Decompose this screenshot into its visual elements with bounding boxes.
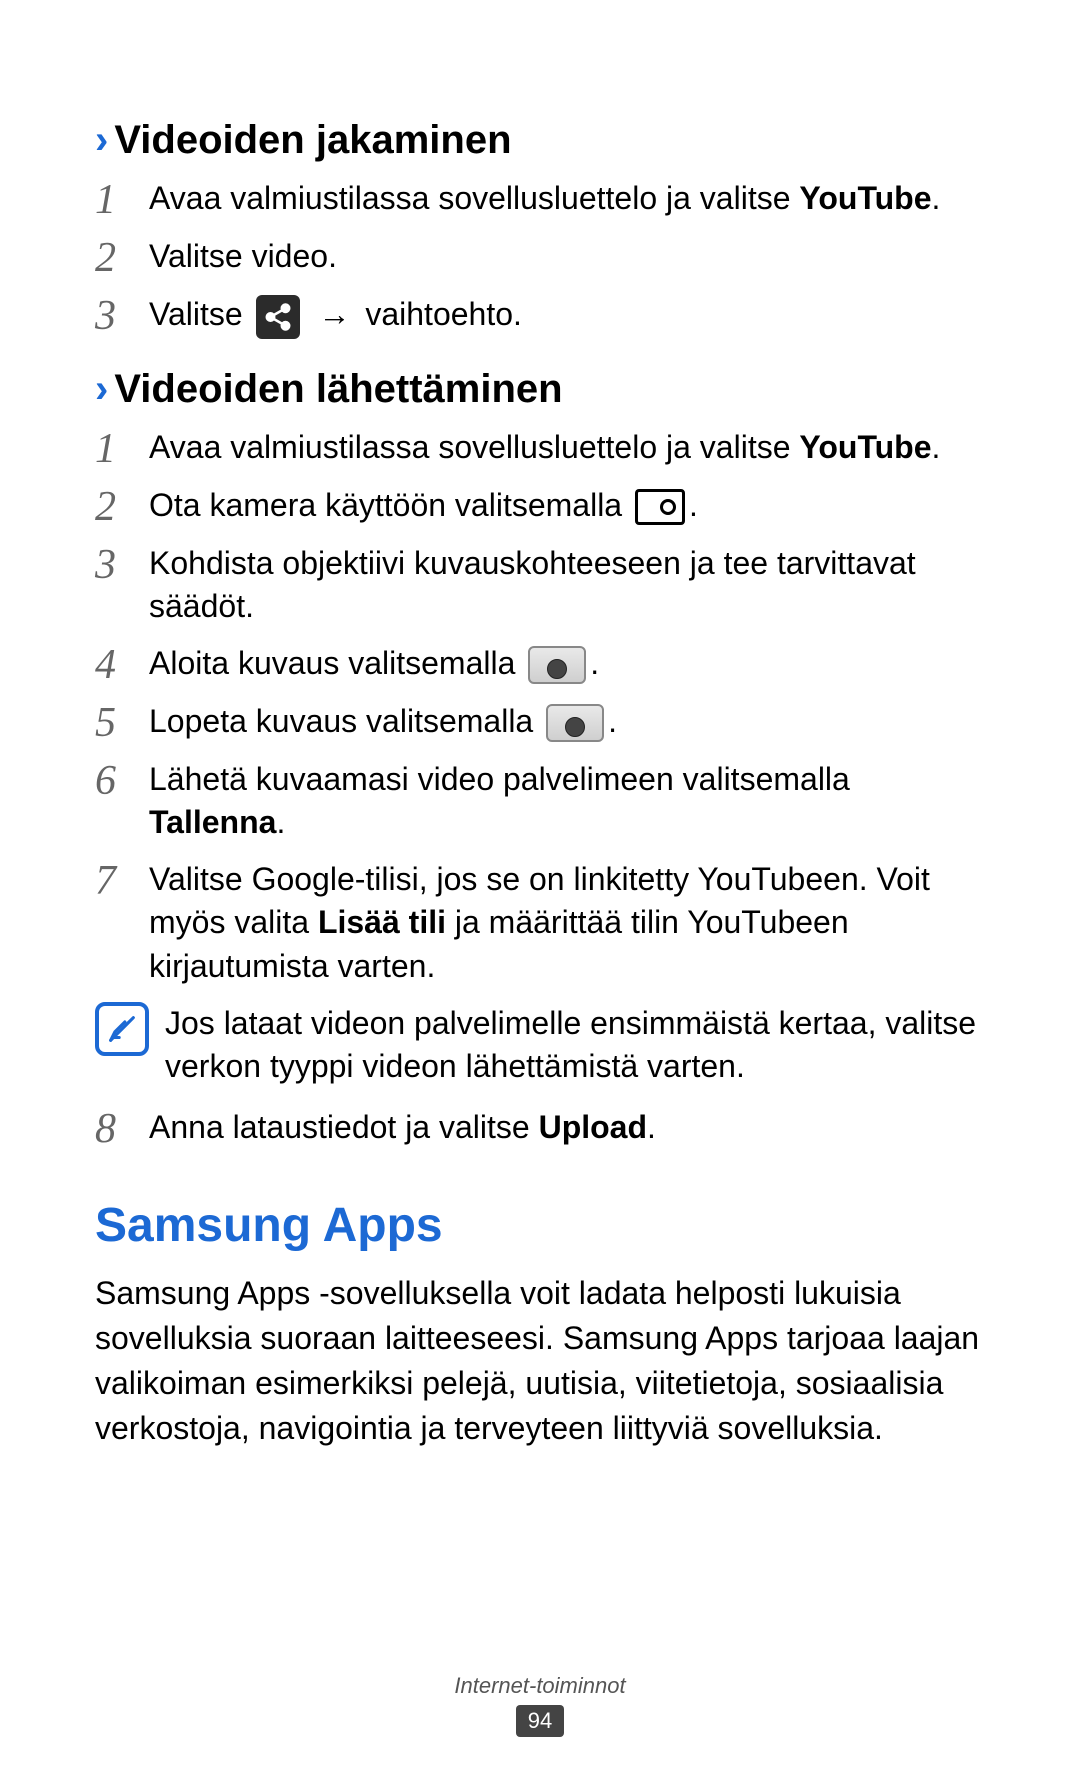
- subheading-share: ›Videoiden jakaminen: [95, 118, 985, 163]
- text: .: [608, 703, 617, 739]
- step-number: 3: [95, 542, 149, 586]
- text: Lopeta kuvaus valitsemalla: [149, 703, 542, 739]
- step-number: 3: [95, 293, 149, 337]
- chevron-icon: ›: [95, 367, 108, 411]
- text: Avaa valmiustilassa sovellusluettelo ja …: [149, 429, 799, 465]
- bold-text: Upload: [539, 1109, 647, 1145]
- text: Valitse: [149, 296, 252, 332]
- share-step-3: 3 Valitse → vaihtoehto.: [95, 293, 985, 339]
- share-icon: [256, 295, 300, 339]
- upload-step-8: 8 Anna lataustiedot ja valitse Upload.: [95, 1106, 985, 1150]
- step-body: Kohdista objektiivi kuvauskohteeseen ja …: [149, 542, 985, 628]
- step-number: 2: [95, 235, 149, 279]
- samsung-apps-body: Samsung Apps -sovelluksella voit ladata …: [95, 1271, 985, 1450]
- bold-text: YouTube: [799, 180, 931, 216]
- bold-text: Lisää tili: [318, 904, 446, 940]
- text: Ota kamera käyttöön valitsemalla: [149, 487, 631, 523]
- step-number: 6: [95, 758, 149, 802]
- subheading-share-text: Videoiden jakaminen: [114, 118, 511, 162]
- record-icon: [528, 646, 586, 684]
- chevron-icon: ›: [95, 118, 108, 162]
- bold-text: Tallenna: [149, 804, 276, 840]
- step-number: 4: [95, 642, 149, 686]
- upload-step-6: 6 Lähetä kuvaamasi video palvelimeen val…: [95, 758, 985, 844]
- text: .: [276, 804, 285, 840]
- upload-step-7: 7 Valitse Google-tilisi, jos se on linki…: [95, 858, 985, 988]
- step-number: 1: [95, 426, 149, 470]
- note-text: Jos lataat videon palvelimelle ensimmäis…: [165, 1002, 985, 1088]
- step-number: 5: [95, 700, 149, 744]
- text: .: [932, 429, 941, 465]
- stop-record-icon: [546, 704, 604, 742]
- text: vaihtoehto.: [356, 296, 521, 332]
- step-body: Lopeta kuvaus valitsemalla .: [149, 700, 985, 743]
- step-number: 2: [95, 484, 149, 528]
- step-number: 8: [95, 1106, 149, 1150]
- step-body: Lähetä kuvaamasi video palvelimeen valit…: [149, 758, 985, 844]
- text: .: [647, 1109, 656, 1145]
- step-number: 1: [95, 177, 149, 221]
- upload-step-4: 4 Aloita kuvaus valitsemalla .: [95, 642, 985, 686]
- upload-step-3: 3 Kohdista objektiivi kuvauskohteeseen j…: [95, 542, 985, 628]
- bold-text: YouTube: [799, 429, 931, 465]
- text: .: [590, 645, 599, 681]
- step-body: Avaa valmiustilassa sovellusluettelo ja …: [149, 177, 985, 220]
- subheading-upload: ›Videoiden lähettäminen: [95, 367, 985, 412]
- share-step-2: 2 Valitse video.: [95, 235, 985, 279]
- step-body: Valitse → vaihtoehto.: [149, 293, 985, 339]
- camera-icon: [635, 489, 685, 525]
- text: Avaa valmiustilassa sovellusluettelo ja …: [149, 180, 799, 216]
- manual-page: ›Videoiden jakaminen 1 Avaa valmiustilas…: [0, 0, 1080, 1771]
- text: Aloita kuvaus valitsemalla: [149, 645, 524, 681]
- upload-step-1: 1 Avaa valmiustilassa sovellusluettelo j…: [95, 426, 985, 470]
- text: Anna lataustiedot ja valitse: [149, 1109, 539, 1145]
- step-body: Anna lataustiedot ja valitse Upload.: [149, 1106, 985, 1149]
- note-block: Jos lataat videon palvelimelle ensimmäis…: [95, 1002, 985, 1088]
- upload-step-2: 2 Ota kamera käyttöön valitsemalla .: [95, 484, 985, 528]
- text: .: [932, 180, 941, 216]
- text: Lähetä kuvaamasi video palvelimeen valit…: [149, 761, 850, 797]
- step-body: Valitse video.: [149, 235, 985, 278]
- step-body: Avaa valmiustilassa sovellusluettelo ja …: [149, 426, 985, 469]
- step-body: Valitse Google-tilisi, jos se on linkite…: [149, 858, 985, 988]
- page-number-badge: 94: [516, 1705, 564, 1737]
- text: .: [689, 487, 698, 523]
- heading-samsung-apps: Samsung Apps: [95, 1198, 985, 1253]
- step-number: 7: [95, 858, 149, 902]
- share-step-1: 1 Avaa valmiustilassa sovellusluettelo j…: [95, 177, 985, 221]
- upload-step-5: 5 Lopeta kuvaus valitsemalla .: [95, 700, 985, 744]
- step-body: Ota kamera käyttöön valitsemalla .: [149, 484, 985, 527]
- note-icon: [95, 1002, 149, 1056]
- arrow-icon: →: [318, 296, 350, 332]
- step-body: Aloita kuvaus valitsemalla .: [149, 642, 985, 685]
- subheading-upload-text: Videoiden lähettäminen: [114, 367, 562, 411]
- footer-section-label: Internet-toiminnot: [0, 1673, 1080, 1699]
- page-footer: Internet-toiminnot 94: [0, 1673, 1080, 1737]
